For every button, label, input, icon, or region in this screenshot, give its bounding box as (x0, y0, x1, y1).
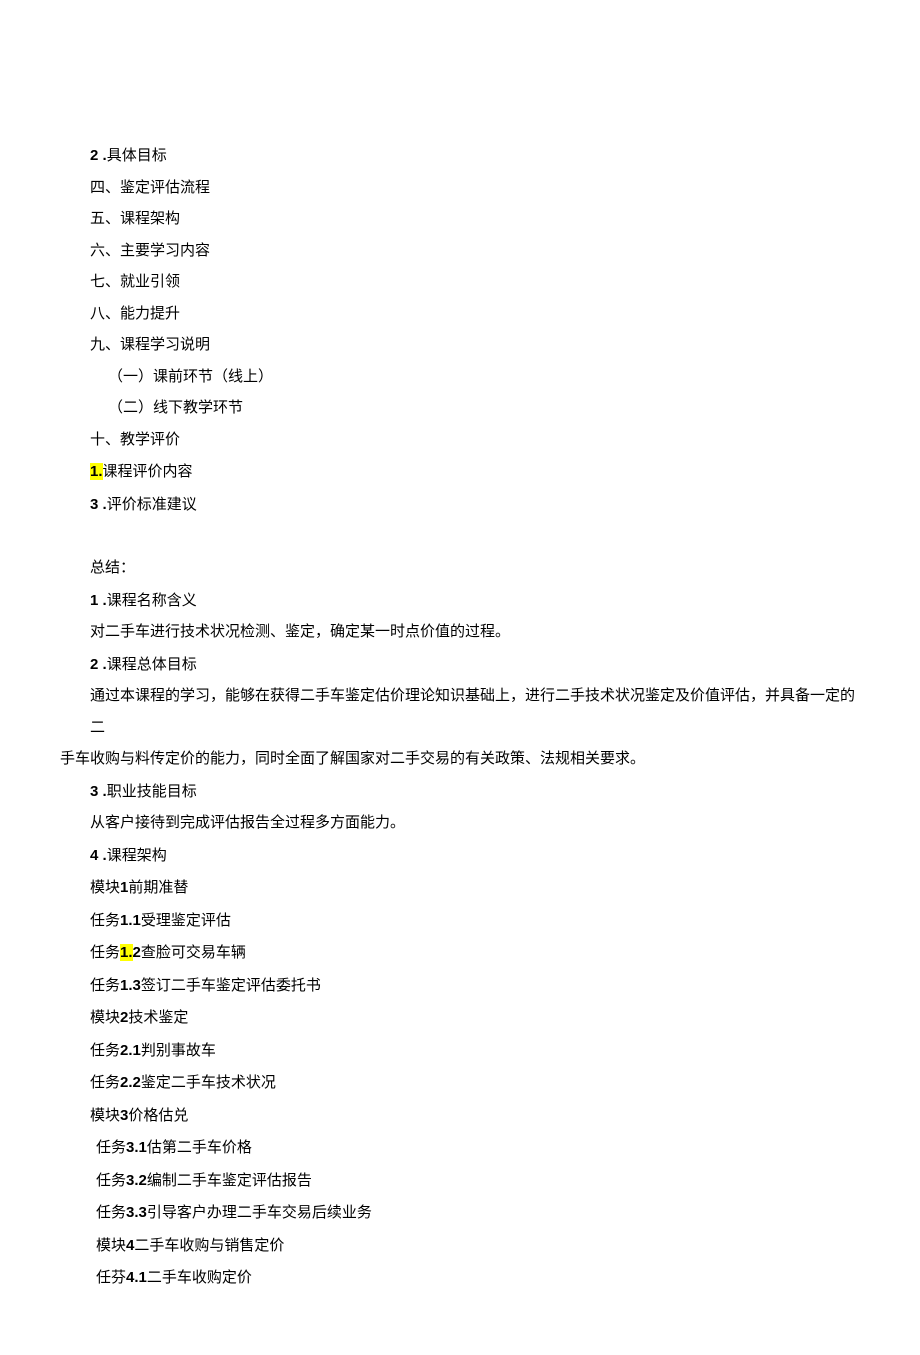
outline-item-jiu: 九、课程学习说明 (60, 330, 860, 362)
outline-item-liu: 六、主要学习内容 (60, 236, 860, 268)
task-3-2: 任务3.2编制二手车鉴定评估报告 (60, 1165, 860, 1198)
outline-item-qi: 七、就业引领 (60, 267, 860, 299)
summary-4-title: 4 .课程架构 (60, 840, 860, 873)
summary-1-body: 对二手车进行技术状况检测、鉴定，确定某一时点价值的过程。 (60, 617, 860, 649)
s2-title-text: 课程总体目标 (107, 657, 197, 673)
t31-prefix: 任务 (96, 1140, 126, 1156)
t22-text: 鉴定二手车技术状况 (141, 1075, 276, 1091)
module-4: 模块4二手车收购与销售定价 (60, 1230, 860, 1263)
outline-item-2: 2 .具体目标 (60, 140, 860, 173)
t12-text: 查脸可交易车辆 (141, 945, 246, 961)
section-spacer (60, 521, 860, 553)
t12-num-b: 2 (133, 944, 141, 961)
t12-prefix: 任务 (90, 945, 120, 961)
task-2-1: 任务2.1判别事故车 (60, 1035, 860, 1068)
t32-prefix: 任务 (96, 1173, 126, 1189)
m3-prefix: 模块 (90, 1108, 120, 1124)
s3-title-text: 职业技能目标 (107, 784, 197, 800)
t41-num: 4.1 (126, 1269, 147, 1286)
task-3-3: 任务3.3引导客户办理二手车交易后续业务 (60, 1197, 860, 1230)
t13-num: 1.3 (120, 977, 141, 994)
t11-prefix: 任务 (90, 913, 120, 929)
module-3: 模块3价格估兑 (60, 1100, 860, 1133)
t41-prefix: 任芬 (96, 1270, 126, 1286)
outline-item-si: 四、鉴定评估流程 (60, 173, 860, 205)
m3-text: 价格估兑 (128, 1108, 188, 1124)
t41-text: 二手车收购定价 (147, 1270, 252, 1286)
s3-num: 3 . (90, 783, 107, 800)
summary-2-body-b: 手车收购与料传定价的能力，同时全面了解国家对二手交易的有关政策、法规相关要求。 (60, 744, 860, 776)
t13-text: 签订二手车鉴定评估委托书 (141, 978, 321, 994)
t11-text: 受理鉴定评估 (141, 913, 231, 929)
t32-text: 编制二手车鉴定评估报告 (147, 1173, 312, 1189)
outline-item-3: 3 .评价标准建议 (60, 489, 860, 522)
summary-1-title: 1 .课程名称含义 (60, 585, 860, 618)
num-1-highlight: 1. (90, 463, 103, 480)
s2-num: 2 . (90, 656, 107, 673)
s1-num: 1 . (90, 592, 107, 609)
t12-num-highlight: 1. (120, 944, 133, 961)
module-1: 模块1前期准替 (60, 872, 860, 905)
task-3-1: 任务3.1估第二手车价格 (60, 1132, 860, 1165)
outline-item-jiu-2: （二）线下教学环节 (60, 393, 860, 425)
m1-text: 前期准替 (128, 880, 188, 896)
t13-prefix: 任务 (90, 978, 120, 994)
outline-item-jiu-1: （一）课前环节（线上） (60, 362, 860, 394)
summary-3-body: 从客户接待到完成评估报告全过程多方面能力。 (60, 808, 860, 840)
text-1: 课程评价内容 (103, 464, 193, 480)
t21-text: 判别事故车 (141, 1043, 216, 1059)
outline-item-ba: 八、能力提升 (60, 299, 860, 331)
t33-text: 引导客户办理二手车交易后续业务 (147, 1205, 372, 1221)
s1-title-text: 课程名称含义 (107, 593, 197, 609)
num-2: 2 . (90, 147, 107, 164)
t22-num: 2.2 (120, 1074, 141, 1091)
t11-num: 1.1 (120, 912, 141, 929)
t32-num: 3.2 (126, 1172, 147, 1189)
s4-title-text: 课程架构 (107, 848, 167, 864)
t31-text: 估第二手车价格 (147, 1140, 252, 1156)
m1-prefix: 模块 (90, 880, 120, 896)
task-1-2: 任务1.2查脸可交易车辆 (60, 937, 860, 970)
m2-prefix: 模块 (90, 1010, 120, 1026)
t22-prefix: 任务 (90, 1075, 120, 1091)
text-3: 评价标准建议 (107, 497, 197, 513)
num-3: 3 . (90, 496, 107, 513)
m4-prefix: 模块 (96, 1238, 126, 1254)
m4-text: 二手车收购与销售定价 (134, 1238, 284, 1254)
module-2: 模块2技术鉴定 (60, 1002, 860, 1035)
task-2-2: 任务2.2鉴定二手车技术状况 (60, 1067, 860, 1100)
t33-num: 3.3 (126, 1204, 147, 1221)
t31-num: 3.1 (126, 1139, 147, 1156)
m2-text: 技术鉴定 (128, 1010, 188, 1026)
s4-num: 4 . (90, 847, 107, 864)
task-4-1: 任芬4.1二手车收购定价 (60, 1262, 860, 1295)
t33-prefix: 任务 (96, 1205, 126, 1221)
text-2: 具体目标 (107, 148, 167, 164)
outline-item-shi: 十、教学评价 (60, 425, 860, 457)
outline-item-wu: 五、课程架构 (60, 204, 860, 236)
summary-heading: 总结： (60, 553, 860, 585)
task-1-1: 任务1.1受理鉴定评估 (60, 905, 860, 938)
t21-num: 2.1 (120, 1042, 141, 1059)
outline-item-1: 1.课程评价内容 (60, 456, 860, 489)
summary-3-title: 3 .职业技能目标 (60, 776, 860, 809)
t21-prefix: 任务 (90, 1043, 120, 1059)
summary-2-body-a: 通过本课程的学习，能够在获得二手车鉴定估价理论知识基础上，进行二手技术状况鉴定及… (60, 681, 860, 744)
summary-2-title: 2 .课程总体目标 (60, 649, 860, 682)
task-1-3: 任务1.3签订二手车鉴定评估委托书 (60, 970, 860, 1003)
